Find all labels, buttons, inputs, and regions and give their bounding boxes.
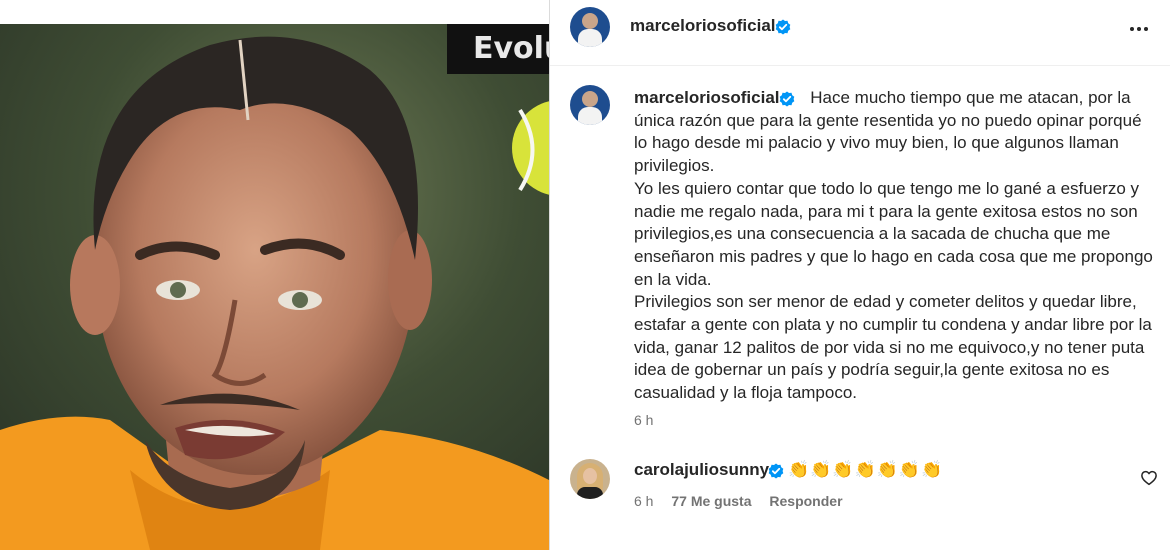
author-avatar[interactable]: [570, 7, 610, 47]
commenter-username[interactable]: carolajuliosunny: [634, 460, 769, 479]
post-photo: [0, 0, 549, 550]
media-overlay-label: Evolu: [447, 24, 549, 74]
comment-meta: 6 h 77 Me gusta Responder: [634, 493, 857, 509]
verified-badge-icon: [779, 91, 795, 107]
author-username[interactable]: marceloriosoficial: [630, 16, 776, 36]
media-top-strip: [0, 0, 549, 24]
post-timestamp[interactable]: 6 h: [634, 412, 653, 428]
caption-username[interactable]: marceloriosoficial: [634, 88, 780, 107]
verified-badge-icon: [768, 463, 784, 479]
more-options-button[interactable]: [1124, 15, 1154, 45]
verified-badge-icon: [775, 19, 791, 35]
post-header: marceloriosoficial: [550, 0, 1170, 66]
commenter-avatar[interactable]: [570, 459, 610, 499]
caption-author-avatar[interactable]: [570, 85, 610, 125]
comment-text-line: carolajuliosunny: [634, 460, 769, 480]
heart-icon[interactable]: [1140, 469, 1158, 487]
caption-paragraph-3: Privilegios son ser menor de edad y come…: [634, 292, 1152, 403]
comment-text: 👏👏👏👏👏👏👏: [788, 460, 944, 479]
more-icon: [1130, 27, 1148, 31]
post-caption: marceloriosoficial Hace mucho tiempo que…: [634, 87, 1154, 405]
reply-button[interactable]: Responder: [769, 493, 842, 509]
comment-timestamp[interactable]: 6 h: [634, 493, 653, 509]
post-details-panel: marceloriosoficial marceloriosoficial Ha…: [550, 0, 1170, 550]
caption-paragraph-2: Yo les quiero contar que todo lo que ten…: [634, 178, 1153, 289]
comment-likes[interactable]: 77 Me gusta: [671, 493, 751, 509]
post-media[interactable]: Evolu: [0, 0, 549, 550]
